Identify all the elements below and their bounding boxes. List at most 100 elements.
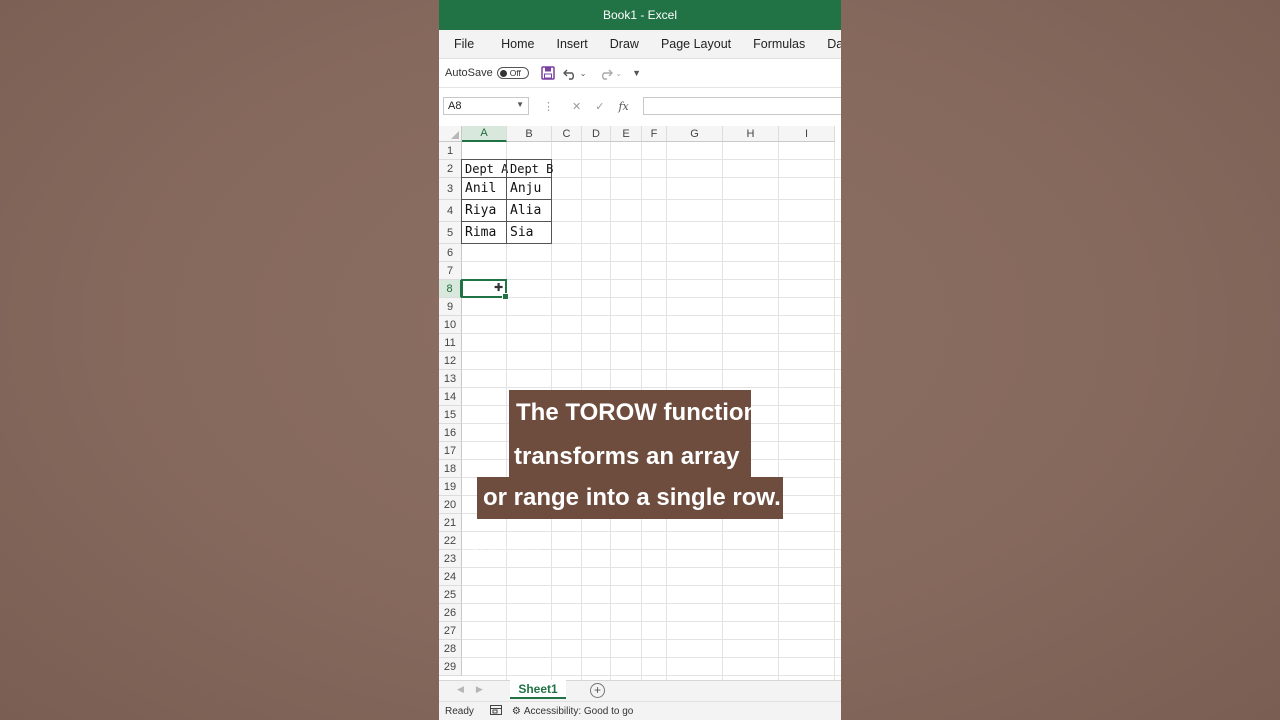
window-title: Book1 - Excel [602, 8, 678, 22]
cell-a4[interactable]: Riya [461, 199, 507, 222]
tab-formulas[interactable]: Formulas [742, 37, 816, 51]
formula-input[interactable] [642, 97, 841, 115]
toggle-knob-icon [499, 69, 507, 77]
row-header-3[interactable]: 3 [439, 178, 462, 200]
status-mode: Ready [445, 706, 474, 717]
row-header-15[interactable]: 15 [439, 406, 462, 424]
cell-a3[interactable]: Anil [461, 177, 507, 200]
column-header-a[interactable]: A [462, 126, 507, 142]
row-header-9[interactable]: 9 [439, 298, 462, 316]
gridline [462, 531, 841, 532]
column-header-c[interactable]: C [552, 126, 582, 142]
row-header-11[interactable]: 11 [439, 334, 462, 352]
row-header-17[interactable]: 17 [439, 442, 462, 460]
name-box[interactable]: A8 ▼ [443, 97, 529, 115]
cell-b3[interactable]: Anju [506, 177, 552, 200]
caption-line-2-text: transforms an array [514, 442, 740, 470]
column-header-d[interactable]: D [582, 126, 611, 142]
formula-bar: A8 ▼ ⋮ ✕ ✓ fx [439, 92, 841, 120]
name-box-value: A8 [448, 100, 462, 112]
excel-window: Book1 - Excel File Home Insert Draw Page… [439, 0, 841, 720]
row-header-4[interactable]: 4 [439, 200, 462, 222]
row-header-19[interactable]: 19 [439, 478, 462, 496]
row-header-2[interactable]: 2 [439, 160, 462, 178]
row-header-16[interactable]: 16 [439, 424, 462, 442]
sheet-nav-arrows-icon[interactable]: ◀▶ [457, 684, 495, 695]
gridline [834, 142, 835, 680]
row-header-20[interactable]: 20 [439, 496, 462, 514]
caption-line-2: transforms an array [509, 436, 751, 477]
accessibility-icon: ⚙ [511, 706, 521, 717]
tab-data[interactable]: Data [816, 37, 841, 51]
autosave-toggle[interactable]: Off [496, 67, 529, 79]
row-header-8[interactable]: 8 [439, 280, 462, 298]
undo-dropdown-icon[interactable]: ⌄ [580, 69, 587, 78]
sheet-tab-active[interactable]: Sheet1 [510, 680, 566, 699]
accessibility-checker[interactable]: ⚙ Accessibility: Good to go [512, 706, 633, 717]
row-header-10[interactable]: 10 [439, 316, 462, 334]
gridline [462, 603, 841, 604]
row-header-1[interactable]: 1 [439, 142, 462, 160]
chevron-down-icon[interactable]: ▼ [516, 100, 524, 109]
column-header-g[interactable]: G [667, 126, 723, 142]
save-icon[interactable] [540, 66, 555, 80]
column-header-h[interactable]: H [723, 126, 779, 142]
gridline [462, 621, 841, 622]
gridline [462, 675, 841, 676]
row-header-13[interactable]: 13 [439, 370, 462, 388]
redo-icon[interactable] [598, 67, 614, 80]
gridline [462, 657, 841, 658]
row-header-7[interactable]: 7 [439, 262, 462, 280]
caption-line-1-text: The TOROW function [516, 399, 759, 426]
gridline [462, 567, 841, 568]
cell-b2[interactable]: Dept B [506, 159, 553, 178]
channel-watermark: @ExcelwithNisha [462, 545, 540, 556]
row-header-22[interactable]: 22 [439, 532, 462, 550]
tab-home[interactable]: Home [490, 37, 545, 51]
insert-function-icon[interactable]: fx [618, 100, 628, 113]
caption-line-3: or range into a single row. [477, 477, 783, 519]
add-sheet-icon[interactable]: + [590, 683, 605, 698]
tab-file[interactable]: File [439, 37, 490, 51]
column-header-i[interactable]: I [779, 126, 835, 142]
customize-qat-icon[interactable]: ▼ [632, 68, 641, 78]
title-bar: Book1 - Excel [439, 0, 841, 30]
gridline [462, 387, 841, 388]
column-header-f[interactable]: F [642, 126, 667, 142]
cell-b4[interactable]: Alia [506, 199, 552, 222]
row-header-12[interactable]: 12 [439, 352, 462, 370]
gridline [462, 261, 841, 262]
gridline [462, 333, 841, 334]
column-header-b[interactable]: B [507, 126, 552, 142]
redo-dropdown-icon[interactable]: ⌄ [615, 69, 622, 78]
gridline [462, 351, 841, 352]
row-header-5[interactable]: 5 [439, 222, 462, 244]
gridline [462, 315, 841, 316]
row-header-25[interactable]: 25 [439, 586, 462, 604]
cell-b5[interactable]: Sia [506, 221, 552, 244]
tab-draw[interactable]: Draw [599, 37, 650, 51]
row-header-18[interactable]: 18 [439, 460, 462, 478]
confirm-entry-icon[interactable]: ✓ [595, 100, 604, 113]
row-header-27[interactable]: 27 [439, 622, 462, 640]
row-header-28[interactable]: 28 [439, 640, 462, 658]
row-header-21[interactable]: 21 [439, 514, 462, 532]
row-header-24[interactable]: 24 [439, 568, 462, 586]
cancel-entry-icon[interactable]: ✕ [572, 100, 581, 113]
ribbon-tabs: File Home Insert Draw Page Layout Formul… [439, 30, 841, 59]
row-header-23[interactable]: 23 [439, 550, 462, 568]
column-header-e[interactable]: E [611, 126, 642, 142]
sheet-tab-bar: ◀▶ Sheet1 + [439, 680, 841, 701]
row-header-26[interactable]: 26 [439, 604, 462, 622]
row-header-6[interactable]: 6 [439, 244, 462, 262]
gridline [778, 142, 779, 680]
cell-a2[interactable]: Dept A [461, 159, 508, 178]
undo-icon[interactable] [562, 67, 578, 80]
row-header-29[interactable]: 29 [439, 658, 462, 676]
tab-insert[interactable]: Insert [546, 37, 599, 51]
cell-a5[interactable]: Rima [461, 221, 507, 244]
accessibility-status: Accessibility: Good to go [523, 706, 634, 717]
select-all-button[interactable] [439, 126, 462, 142]
row-header-14[interactable]: 14 [439, 388, 462, 406]
tab-page-layout[interactable]: Page Layout [650, 37, 742, 51]
